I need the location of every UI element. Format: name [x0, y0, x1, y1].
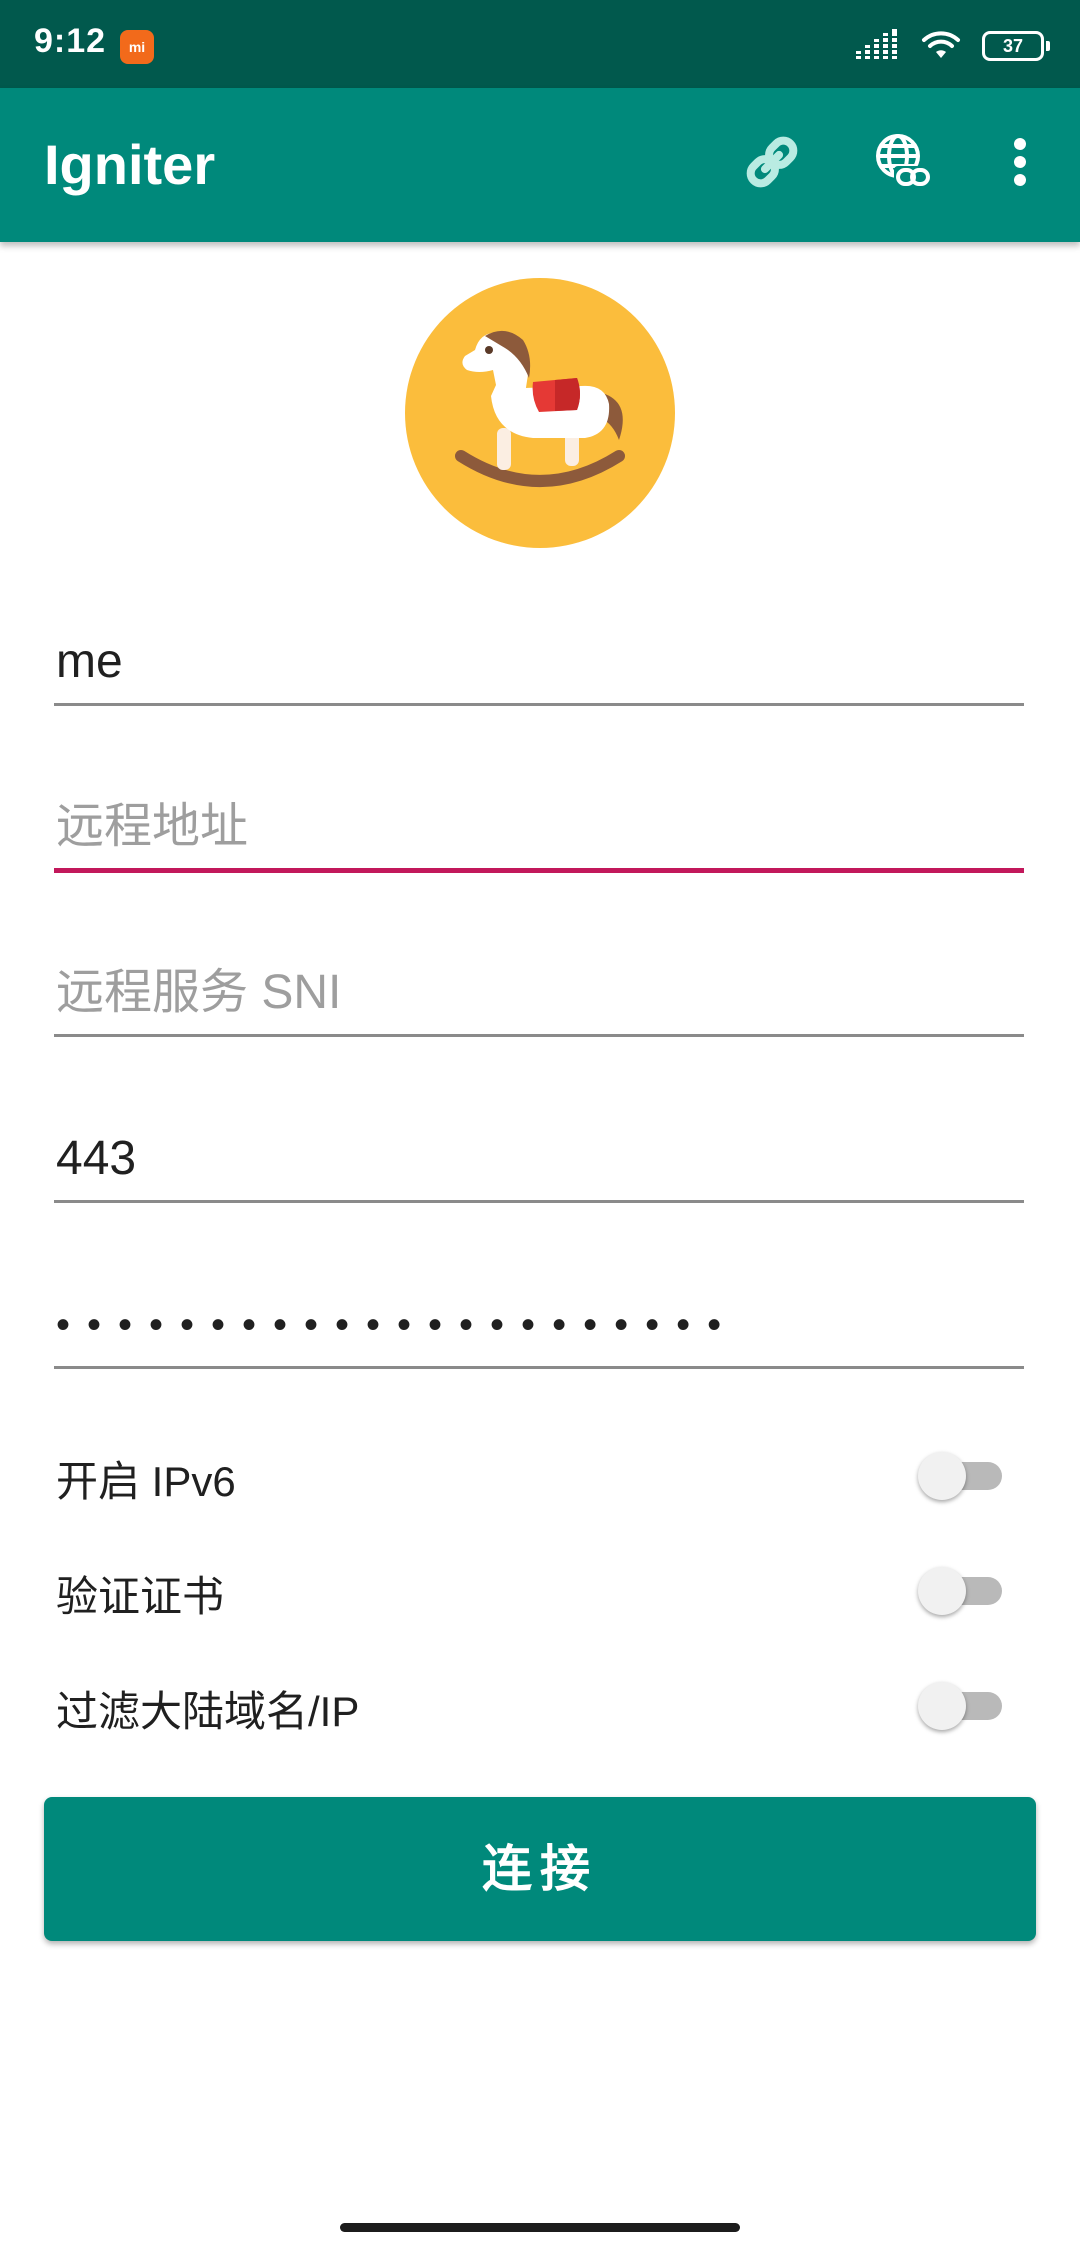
- app-logo: [405, 278, 675, 548]
- switch-thumb: [918, 1682, 966, 1730]
- overflow-menu-button[interactable]: [984, 128, 1056, 200]
- remote-sni-field[interactable]: [54, 941, 1024, 1037]
- ipv6-switch-label: 开启 IPv6: [56, 1458, 236, 1505]
- remote-sni-input[interactable]: [56, 965, 1016, 1020]
- port-field[interactable]: [54, 1107, 1024, 1203]
- password-input[interactable]: [56, 1303, 1016, 1348]
- port-input[interactable]: [56, 1131, 1016, 1186]
- import-config-button[interactable]: [866, 128, 938, 200]
- globe-link-icon: [870, 130, 934, 198]
- filter-mainland-switch-row: 过滤大陆域名/IP: [54, 1662, 1014, 1742]
- overflow-menu-icon: [1010, 136, 1030, 192]
- verify-cert-switch-label: 验证证书: [56, 1573, 225, 1620]
- password-field[interactable]: [54, 1273, 1024, 1369]
- status-bar: 9:12 mi 37: [0, 0, 1080, 88]
- ipv6-switch-row: 开启 IPv6: [54, 1432, 1014, 1512]
- app-title: Igniter: [44, 133, 216, 196]
- verify-cert-switch[interactable]: [918, 1567, 1004, 1615]
- gesture-nav-handle[interactable]: [340, 2223, 740, 2232]
- profile-name-input[interactable]: [56, 634, 1016, 689]
- status-time: 9:12: [34, 22, 107, 60]
- verify-cert-switch-row: 验证证书: [54, 1547, 1014, 1627]
- connect-button[interactable]: 连接: [44, 1797, 1036, 1941]
- switch-thumb: [918, 1452, 966, 1500]
- filter-mainland-switch[interactable]: [918, 1682, 1004, 1730]
- profile-name-field[interactable]: [54, 610, 1024, 706]
- app-bar: Igniter: [0, 88, 1080, 242]
- mi-notification-icon: mi: [120, 30, 154, 64]
- remote-address-field[interactable]: [54, 777, 1024, 873]
- remote-address-input[interactable]: [56, 799, 1016, 854]
- switch-thumb: [918, 1567, 966, 1615]
- share-link-button[interactable]: [736, 128, 808, 200]
- link-icon: [740, 130, 804, 198]
- rocking-horse-icon: [455, 330, 625, 487]
- filter-mainland-switch-label: 过滤大陆域名/IP: [56, 1688, 360, 1735]
- status-icons: 37: [856, 26, 1050, 66]
- wifi-icon: [920, 28, 962, 64]
- battery-icon: 37: [982, 31, 1050, 61]
- ipv6-switch[interactable]: [918, 1452, 1004, 1500]
- signal-icon: [856, 29, 900, 63]
